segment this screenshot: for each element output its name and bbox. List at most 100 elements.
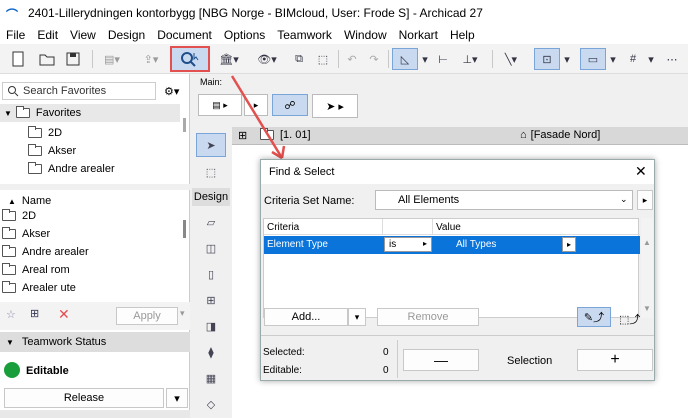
add-dropdown-icon[interactable]: ▾ [348, 308, 366, 326]
save-icon[interactable] [62, 48, 84, 70]
list-item[interactable]: 2D [0, 207, 36, 225]
selected-label: Selected: [263, 347, 305, 358]
chevron-down-icon[interactable]: ▾ [608, 48, 618, 70]
list-item[interactable]: Areal rom [0, 261, 70, 279]
print-icon[interactable]: ▤▾ [98, 48, 126, 70]
favorite-item[interactable]: Andre arealer [0, 160, 115, 178]
chevron-down-icon[interactable]: ▾ [180, 308, 185, 319]
apply-button[interactable]: Apply [116, 307, 178, 325]
undo-icon[interactable]: ↶ [342, 48, 362, 70]
standard-toolbar: ▤▾ ⇪▾ 🏛▾ 👁▾ ⧉ ⬚ ↶ ↷ ◺ ▾ ⊢ ⊥▾ ╲▾ ⊡ ▾ ▭ ▾ … [0, 44, 688, 74]
grid-icon[interactable]: # [622, 48, 644, 70]
main-label: Main: [200, 77, 223, 87]
guide-line-icon[interactable]: ◺ [392, 48, 418, 70]
value-picker-icon[interactable]: ▸ [562, 237, 576, 252]
menu-view[interactable]: View [64, 28, 102, 42]
remove-button[interactable]: Remove [377, 308, 479, 326]
menu-teamwork[interactable]: Teamwork [271, 28, 338, 42]
menu-help[interactable]: Help [444, 28, 481, 42]
title-bar: ⌒ 2401-Lillerydningen kontorbygg [NBG No… [0, 0, 688, 26]
arrow-pointer-selector[interactable]: ➤ ▸ [312, 94, 358, 118]
table-header: Criteria Value [264, 219, 640, 235]
search-input[interactable]: Search Favorites [23, 85, 106, 97]
menu-edit[interactable]: Edit [31, 28, 64, 42]
window-title: 2401-Lillerydningen kontorbygg [NBG Norg… [28, 6, 483, 20]
search-icon [8, 86, 19, 97]
select-button[interactable]: + [577, 349, 653, 371]
slab-tool-icon[interactable]: ⧫ [196, 340, 226, 364]
find-select-dialog: Find & Select ✕ Criteria Set Name: All E… [260, 159, 655, 381]
chevron-down-icon[interactable]: ▾ [420, 48, 430, 70]
deselect-button[interactable]: — [403, 349, 479, 371]
status-indicator [4, 362, 20, 378]
shell-tool-icon[interactable]: ◇ [196, 392, 226, 416]
list-item[interactable]: Akser [0, 225, 50, 243]
criteria-set-dropdown[interactable]: All Elements ⌄ [375, 190, 633, 210]
teamwork-header[interactable]: ▼ Teamwork Status [0, 332, 190, 352]
table-row[interactable]: Element Type is ▸ All Types ▸ [264, 236, 640, 254]
delete-icon[interactable]: ✕ [58, 306, 70, 323]
markup-icon[interactable]: ▭ [580, 48, 606, 70]
elevation-icon: ⌂ [520, 129, 527, 141]
selected-count: 0 [383, 347, 389, 358]
menu-options[interactable]: Options [218, 28, 271, 42]
column-tool-icon[interactable]: ◨ [196, 314, 226, 338]
layers-icon[interactable]: ⧉ [288, 48, 310, 70]
list-item[interactable]: Arealer ute [0, 279, 76, 297]
visibility-icon[interactable]: 👁▾ [252, 48, 282, 70]
close-icon[interactable]: ✕ [635, 163, 647, 180]
tab-elevation[interactable]: ⌂ [Fasade Nord] [520, 129, 600, 141]
menu-design[interactable]: Design [102, 28, 151, 42]
publish-icon[interactable]: ⇪▾ [136, 48, 166, 70]
more-tools-icon[interactable]: ⋯ [660, 48, 684, 70]
curtain-wall-icon[interactable]: ⊞ [196, 288, 226, 312]
chevron-down-icon[interactable]: ▾ [562, 48, 572, 70]
folder-icon [28, 162, 42, 174]
search-box[interactable]: Search Favorites [2, 82, 156, 100]
wall-tool-icon[interactable]: ▱ [196, 210, 226, 234]
chevron-down-icon[interactable]: ▾ [646, 48, 656, 70]
operator-select[interactable]: is ▸ [384, 237, 432, 252]
snap-guides-icon[interactable]: ⊢ [432, 48, 454, 70]
menu-file[interactable]: File [0, 28, 31, 42]
new-file-icon[interactable] [4, 48, 32, 70]
roof-tool-icon[interactable]: ▦ [196, 366, 226, 390]
3d-icon[interactable]: ⬚ [312, 48, 334, 70]
editable-label: Editable: [263, 365, 302, 376]
favorites-header[interactable]: ▼ Favorites [0, 104, 180, 122]
menu-document[interactable]: Document [151, 28, 218, 42]
find-select-icon[interactable] [170, 46, 210, 72]
add-favorite-icon[interactable]: ☆ [6, 308, 16, 321]
favorite-item[interactable]: Akser [0, 142, 76, 160]
scrollbar[interactable]: ▲ ▼ [641, 218, 653, 318]
building-icon[interactable]: 🏛▾ [214, 48, 244, 70]
door-tool-icon[interactable]: ◫ [196, 236, 226, 260]
criteria-set-arrow-icon[interactable]: ▸ [637, 190, 653, 210]
menu-window[interactable]: Window [338, 28, 393, 42]
callout-arrow [230, 75, 286, 160]
scrollbar[interactable] [183, 220, 186, 238]
marquee-icon[interactable]: ⬚⤴ [619, 311, 640, 327]
new-folder-icon[interactable]: ⊞ [30, 307, 39, 320]
panel-footer [0, 410, 190, 418]
favorites-actions: ☆ ⊞ ✕ Apply ▾ [0, 302, 190, 330]
release-button[interactable]: Release [4, 388, 164, 408]
add-button[interactable]: Add... [264, 308, 348, 326]
list-item[interactable]: Andre arealer [0, 243, 89, 261]
teamwork-status: Editable [26, 365, 69, 377]
divider [261, 335, 654, 336]
open-icon[interactable] [36, 48, 58, 70]
criteria-table: Criteria Value Element Type is ▸ All Typ… [263, 218, 640, 318]
settings-gear-icon[interactable]: ⚙▾ [164, 82, 188, 100]
window-tool-icon[interactable]: ▯ [196, 262, 226, 286]
favorite-item[interactable]: 2D [0, 124, 62, 142]
grid-snap-icon[interactable]: ⊡ [534, 48, 560, 70]
scrollbar[interactable] [183, 118, 186, 132]
selection-label: Selection [507, 355, 553, 367]
redo-icon[interactable]: ↷ [364, 48, 384, 70]
eyedropper-icon[interactable]: ✎⤴ [577, 307, 611, 327]
menu-norkart[interactable]: Norkart [393, 28, 444, 42]
line-icon[interactable]: ╲▾ [496, 48, 526, 70]
snap-points-icon[interactable]: ⊥▾ [456, 48, 484, 70]
release-dropdown-icon[interactable]: ▾ [166, 388, 188, 408]
